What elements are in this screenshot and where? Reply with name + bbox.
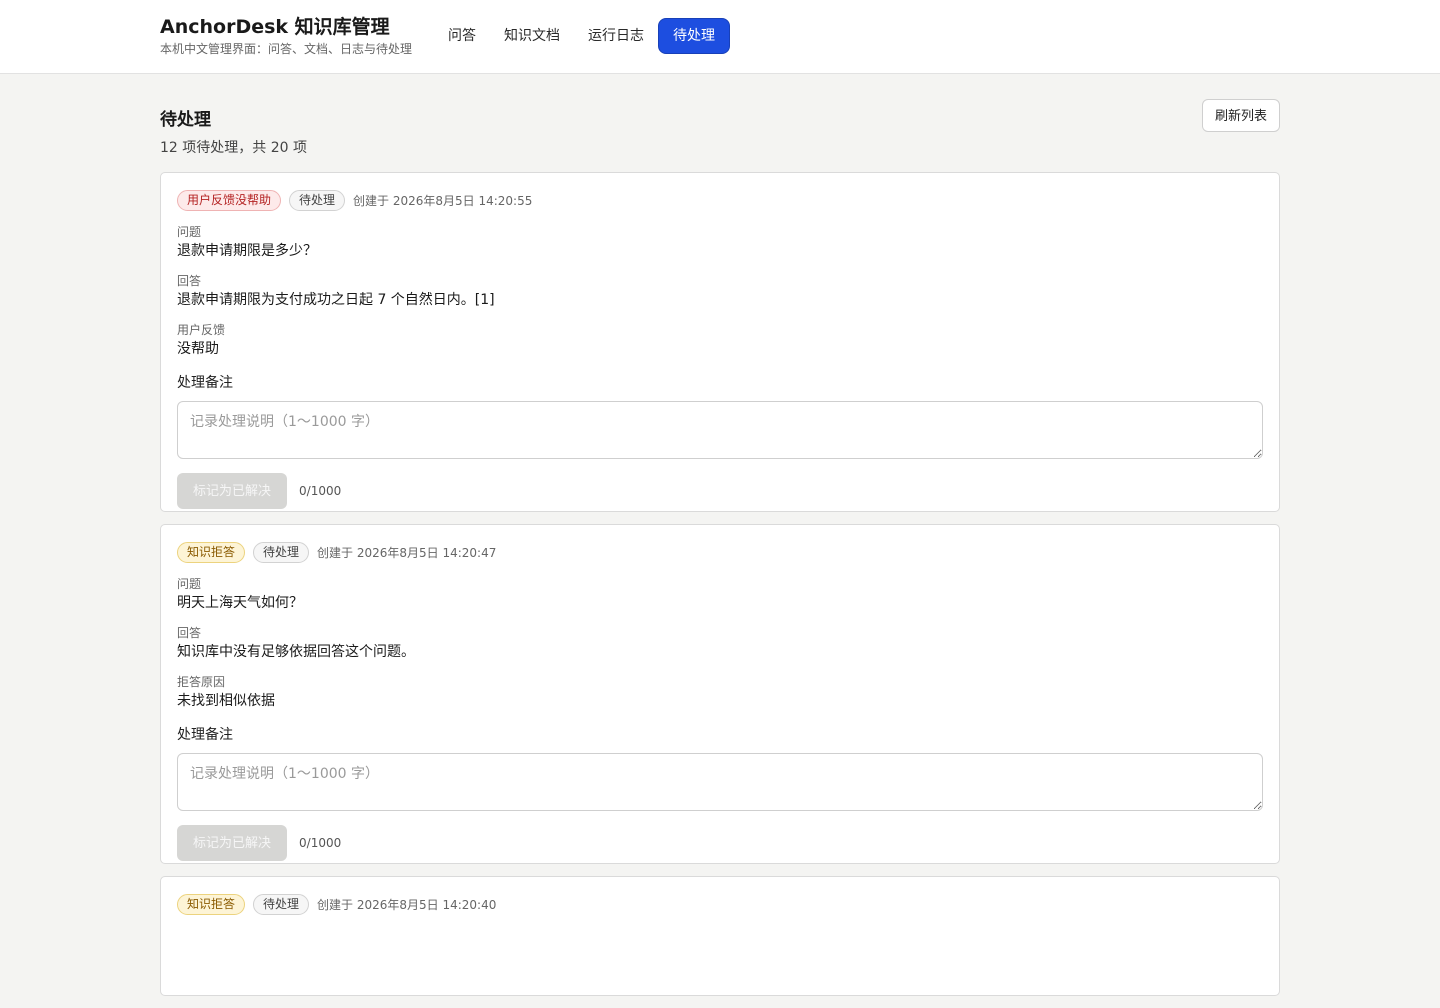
refresh-list-button[interactable]: 刷新列表	[1201, 99, 1280, 132]
type-badge: 知识拒答	[177, 541, 246, 563]
status-badge: 待处理	[289, 189, 346, 211]
tab-qa[interactable]: 问答	[434, 18, 490, 54]
question-text: 退款申请期限是多少？	[177, 243, 317, 259]
answer-text: 知识库中没有足够依据回答这个问题。	[177, 644, 415, 660]
main-nav: 问答 知识文档 运行日志 待处理	[434, 18, 730, 54]
pending-item: 知识拒答 待处理 创建于 2026年8月5日 14:20:40	[160, 876, 1280, 996]
pending-item: 知识拒答 待处理 创建于 2026年8月5日 14:20:47 问题 明天上海天…	[160, 524, 1280, 864]
action-row: 标记为已解决 0/1000	[177, 473, 1263, 509]
char-counter: 0/1000	[299, 836, 342, 850]
app-title: AnchorDesk 知识库管理	[160, 16, 390, 38]
mark-resolved-button[interactable]: 标记为已解决	[177, 473, 288, 509]
tab-documents[interactable]: 知识文档	[490, 18, 574, 54]
top-bar: AnchorDesk 知识库管理 本机中文管理界面：问答、文档、日志与待处理 问…	[0, 0, 1440, 74]
created-time: 创建于 2026年8月5日 14:20:40	[317, 897, 497, 912]
answer-label: 回答	[177, 626, 202, 640]
char-counter: 0/1000	[299, 484, 342, 498]
tab-logs[interactable]: 运行日志	[574, 18, 658, 54]
note-textarea[interactable]	[177, 401, 1263, 459]
answer-label: 回答	[177, 274, 202, 288]
pending-count: 12 项待处理，共 20 项	[160, 140, 307, 156]
brand: AnchorDesk 知识库管理 本机中文管理界面：问答、文档、日志与待处理	[160, 15, 412, 57]
question-text: 明天上海天气如何？	[177, 595, 303, 611]
item-meta: 知识拒答 待处理 创建于 2026年8月5日 14:20:47	[177, 541, 1263, 563]
question-label: 问题	[177, 225, 202, 239]
type-badge: 用户反馈没帮助	[177, 189, 282, 211]
created-time: 创建于 2026年8月5日 14:20:55	[353, 193, 533, 208]
action-row: 标记为已解决 0/1000	[177, 825, 1263, 861]
answer-text: 退款申请期限为支付成功之日起 7 个自然日内。[1]	[177, 292, 495, 308]
refusal-reason-label: 拒答原因	[177, 675, 226, 689]
status-badge: 待处理	[253, 541, 310, 563]
pending-item: 用户反馈没帮助 待处理 创建于 2026年8月5日 14:20:55 问题 退款…	[160, 172, 1280, 512]
note-textarea[interactable]	[177, 753, 1263, 811]
created-time: 创建于 2026年8月5日 14:20:47	[317, 545, 497, 560]
page-title: 待处理	[160, 110, 211, 130]
type-badge: 知识拒答	[177, 893, 246, 915]
feedback-label: 用户反馈	[177, 323, 226, 337]
pending-list: 用户反馈没帮助 待处理 创建于 2026年8月5日 14:20:55 问题 退款…	[160, 172, 1280, 1008]
tab-pending[interactable]: 待处理	[658, 18, 730, 54]
question-label: 问题	[177, 577, 202, 591]
refusal-reason-text: 未找到相似依据	[177, 693, 275, 709]
note-label: 处理备注	[177, 375, 233, 391]
item-meta: 知识拒答 待处理 创建于 2026年8月5日 14:20:40	[177, 893, 1263, 915]
app-subtitle: 本机中文管理界面：问答、文档、日志与待处理	[160, 42, 413, 56]
item-meta: 用户反馈没帮助 待处理 创建于 2026年8月5日 14:20:55	[177, 189, 1263, 211]
note-label: 处理备注	[177, 727, 233, 743]
status-badge: 待处理	[253, 893, 310, 915]
feedback-text: 没帮助	[177, 341, 219, 357]
mark-resolved-button[interactable]: 标记为已解决	[177, 825, 288, 861]
